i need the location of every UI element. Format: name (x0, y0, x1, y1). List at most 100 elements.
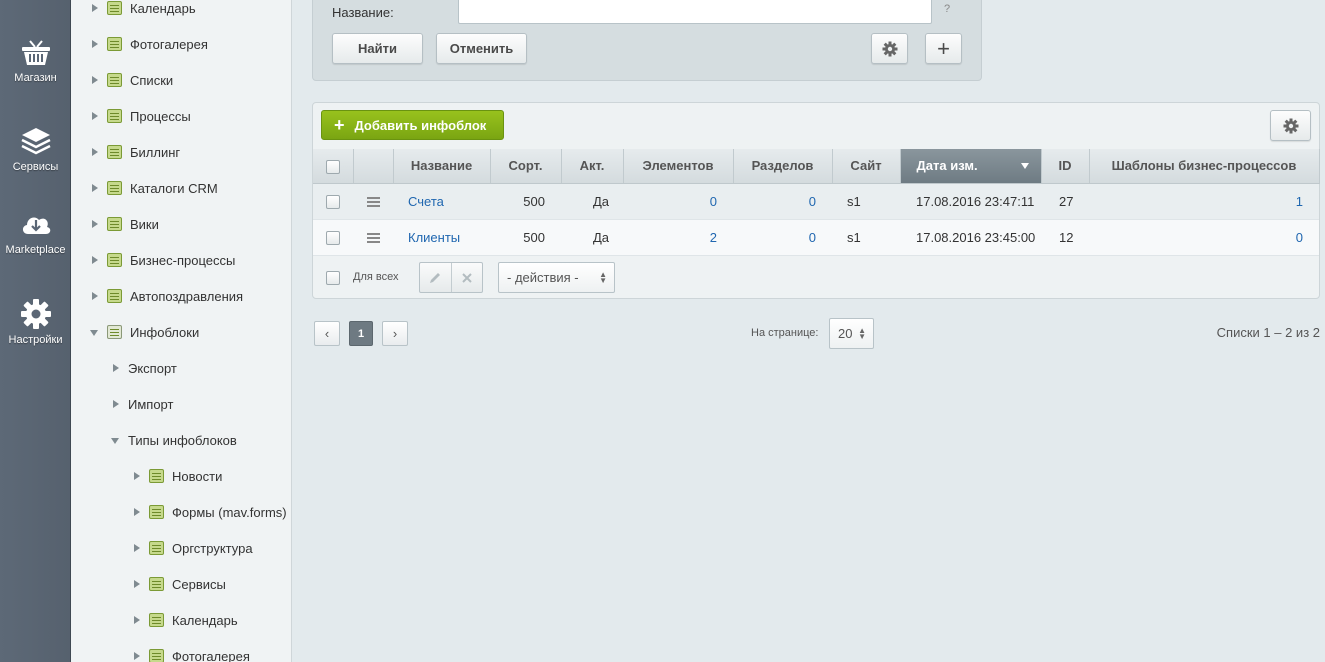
tree-item[interactable]: Фотогалерея (89, 34, 208, 54)
table-row[interactable]: Счета 500 Да 0 0 s1 17.08.2016 23:47:11 … (313, 183, 1319, 220)
find-button[interactable]: Найти (332, 33, 423, 64)
tree-item[interactable]: Сервисы (131, 574, 226, 594)
collapse-arrow-icon[interactable] (89, 326, 101, 338)
tree-item[interactable]: Процессы (89, 106, 191, 126)
column-header-id[interactable]: ID (1041, 149, 1090, 184)
sections-link[interactable]: 0 (809, 194, 816, 209)
tree-item[interactable]: Экспорт (110, 358, 177, 378)
tree-item[interactable]: Фотогалерея (131, 646, 250, 662)
column-header-name[interactable]: Название (393, 149, 491, 184)
expand-arrow-icon[interactable] (131, 650, 143, 662)
add-infoblock-label: Добавить инфоблок (354, 117, 487, 133)
tree-item-label: Списки (130, 72, 174, 88)
add-filter-button[interactable]: + (925, 33, 962, 64)
list-settings-button[interactable] (1270, 110, 1311, 141)
actions-select[interactable]: - действия - ▲ ▼ (498, 262, 615, 293)
expand-arrow-icon[interactable] (131, 470, 143, 482)
folder-icon (149, 613, 164, 627)
expand-arrow-icon[interactable] (89, 254, 101, 266)
elements-cell: 2 (623, 219, 733, 256)
expand-arrow-icon[interactable] (89, 218, 101, 230)
tree-item-infoblocks[interactable]: Инфоблоки (89, 322, 199, 342)
row-menu-icon[interactable] (366, 233, 380, 244)
tree-item[interactable]: Списки (89, 70, 173, 90)
leftbar-item-shop[interactable]: Магазин (0, 36, 71, 84)
collapse-arrow-icon[interactable] (110, 434, 122, 446)
bp-link[interactable]: 0 (1296, 230, 1303, 245)
gear-icon (20, 299, 51, 329)
select-all-checkbox[interactable] (325, 159, 340, 174)
edit-button[interactable] (420, 263, 452, 292)
sections-link[interactable]: 0 (809, 230, 816, 245)
column-header-active[interactable]: Акт. (561, 149, 624, 184)
leftbar-label: Сервисы (12, 161, 59, 173)
expand-arrow-icon[interactable] (89, 38, 101, 50)
column-header-date[interactable]: Дата изм. (900, 149, 1042, 184)
tree-item-label: Бизнес-процессы (130, 252, 236, 268)
expand-arrow-icon[interactable] (131, 542, 143, 554)
expand-arrow-icon[interactable] (89, 2, 101, 14)
tree-item[interactable]: Оргструктура (131, 538, 253, 558)
row-checkbox[interactable] (326, 230, 340, 245)
for-all-checkbox[interactable] (326, 271, 340, 285)
infoblock-link[interactable]: Клиенты (408, 230, 460, 245)
expand-arrow-icon[interactable] (131, 506, 143, 518)
tree-item-label: Формы (mav.forms) (172, 504, 287, 520)
tree-item[interactable]: Вики (89, 214, 159, 234)
folder-icon (107, 73, 122, 87)
folder-icon (107, 1, 122, 15)
row-menu-icon[interactable] (366, 197, 380, 208)
cancel-button[interactable]: Отменить (436, 33, 527, 64)
help-icon[interactable]: ? (944, 3, 950, 15)
tree-item[interactable]: Каталоги CRM (89, 178, 218, 198)
delete-button[interactable] (452, 263, 483, 292)
select-all-cell (313, 149, 354, 184)
column-header-elements[interactable]: Элементов (623, 149, 734, 184)
column-header-sort[interactable]: Сорт. (490, 149, 562, 184)
column-header-site[interactable]: Сайт (832, 149, 901, 184)
prev-page-button[interactable]: ‹ (314, 321, 340, 346)
name-filter-input[interactable] (458, 0, 932, 24)
expand-arrow-icon[interactable] (89, 110, 101, 122)
expand-arrow-icon[interactable] (131, 578, 143, 590)
next-page-button[interactable]: › (382, 321, 408, 346)
tree-item[interactable]: Типы инфоблоков (110, 430, 237, 450)
elements-link[interactable]: 0 (710, 194, 717, 209)
table-row[interactable]: Клиенты 500 Да 2 0 s1 17.08.2016 23:45:0… (313, 219, 1319, 256)
leftbar-item-services[interactable]: Сервисы (0, 125, 71, 173)
tree-item[interactable]: Новости (131, 466, 222, 486)
tree-item[interactable]: Импорт (110, 394, 173, 414)
current-page-button[interactable]: 1 (349, 321, 373, 346)
leftbar-item-marketplace[interactable]: Marketplace (0, 208, 71, 256)
infoblock-table: Название Сорт. Акт. Элементов Разделов С… (313, 149, 1320, 256)
tree-item-label: Автопоздравления (130, 288, 244, 304)
expand-arrow-icon[interactable] (89, 290, 101, 302)
add-infoblock-button[interactable]: + Добавить инфоблок (321, 110, 504, 140)
leftbar-label: Настройки (8, 334, 63, 346)
tree-item[interactable]: Формы (mav.forms) (131, 502, 287, 522)
elements-link[interactable]: 2 (710, 230, 717, 245)
per-page-select[interactable]: 20 ▲ ▼ (829, 318, 874, 349)
tree-item[interactable]: Биллинг (89, 142, 180, 162)
expand-arrow-icon[interactable] (110, 398, 122, 410)
tree-item[interactable]: Календарь (89, 0, 196, 18)
expand-arrow-icon[interactable] (89, 146, 101, 158)
bp-link[interactable]: 1 (1296, 194, 1303, 209)
filter-settings-button[interactable] (871, 33, 908, 64)
expand-arrow-icon[interactable] (89, 74, 101, 86)
column-header-bp-templates[interactable]: Шаблоны бизнес-процессов (1089, 149, 1320, 184)
expand-arrow-icon[interactable] (110, 362, 122, 374)
expand-arrow-icon[interactable] (131, 614, 143, 626)
column-header-sections[interactable]: Разделов (733, 149, 833, 184)
leftbar-item-settings[interactable]: Настройки (0, 298, 71, 346)
expand-arrow-icon[interactable] (89, 182, 101, 194)
folder-icon (149, 469, 164, 483)
row-checkbox[interactable] (326, 194, 340, 209)
tree-item[interactable]: Календарь (131, 610, 238, 630)
tree-item[interactable]: Автопоздравления (89, 286, 243, 306)
site-cell: s1 (832, 219, 900, 256)
group-actions-bar: Для всех - действия - ▲ ▼ (313, 255, 1319, 299)
tree-item[interactable]: Бизнес-процессы (89, 250, 235, 270)
infoblock-link[interactable]: Счета (408, 194, 444, 209)
actions-header (353, 149, 394, 184)
